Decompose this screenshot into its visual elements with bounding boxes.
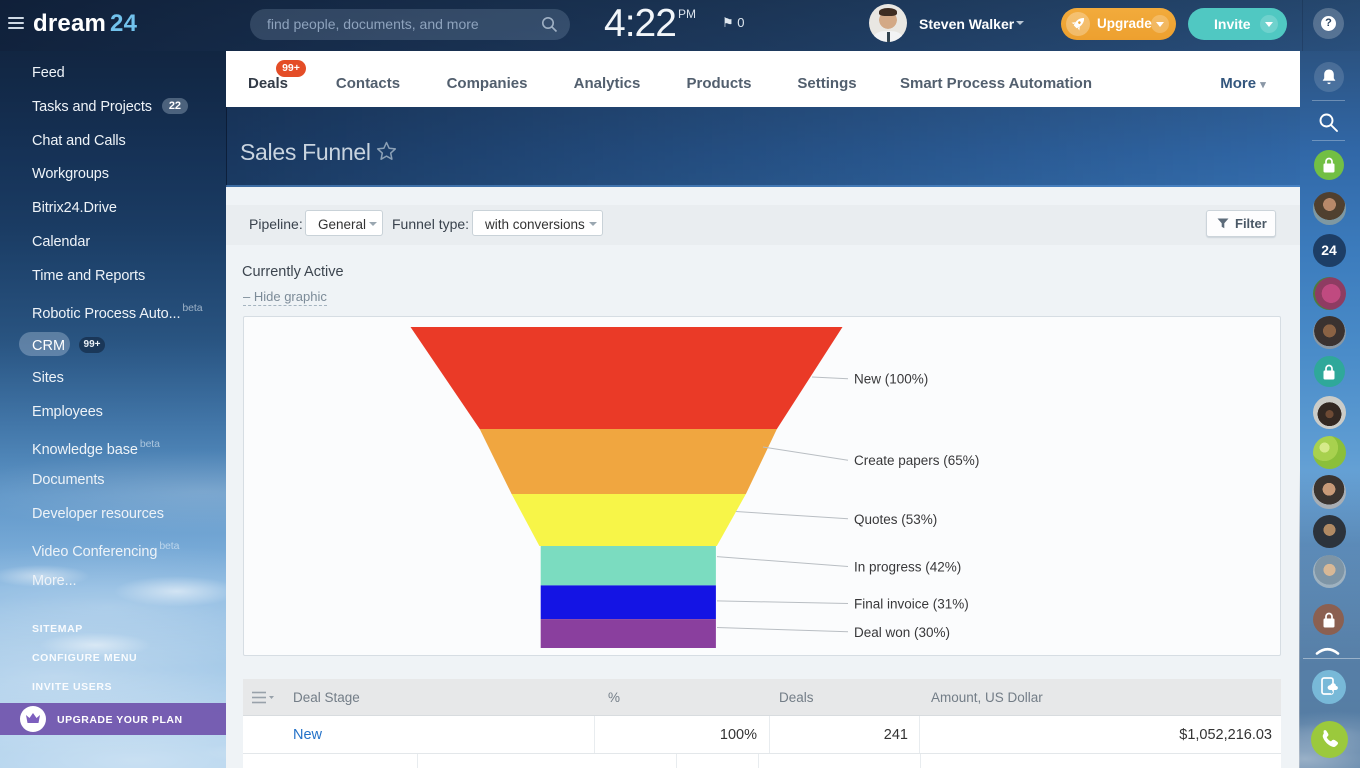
svg-text:New (100%): New (100%) [854,372,928,387]
svg-text:Create papers (65%): Create papers (65%) [854,453,979,468]
svg-text:Final invoice (31%): Final invoice (31%) [854,597,969,612]
svg-text:In progress (42%): In progress (42%) [854,560,961,575]
svg-text:Deal won (30%): Deal won (30%) [854,625,950,640]
svg-text:Quotes (53%): Quotes (53%) [854,512,937,527]
